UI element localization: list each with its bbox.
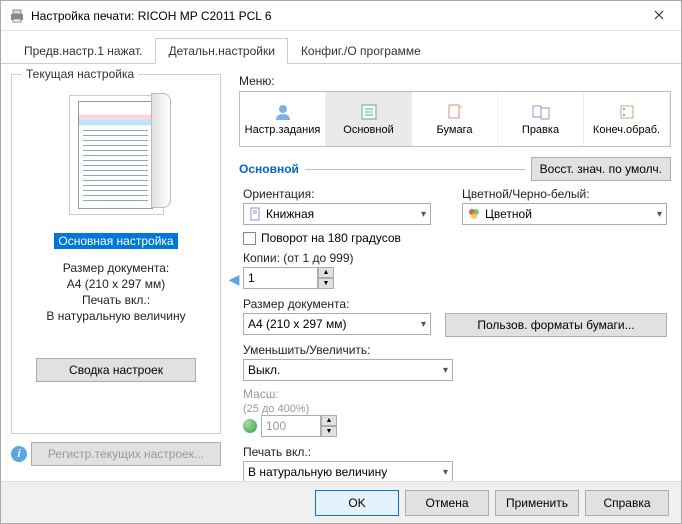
- rotate-180-label: Поворот на 180 градусов: [261, 231, 401, 245]
- copies-label: Копии: (от 1 до 999): [243, 251, 667, 265]
- divider: [305, 169, 525, 170]
- register-settings-button[interactable]: Регистр.текущих настроек...: [31, 442, 221, 466]
- tab-detailed[interactable]: Детальн.настройки: [155, 38, 287, 64]
- reset-defaults-button[interactable]: Восст. знач. по умолч.: [531, 157, 671, 181]
- dialog-footer: OK Отмена Применить Справка: [1, 481, 681, 523]
- tab-config[interactable]: Конфиг./О программе: [288, 38, 434, 64]
- print-on-label: Печать вкл.:: [20, 293, 212, 307]
- job-icon: [272, 103, 294, 121]
- scale-range: (25 до 400%): [243, 403, 667, 415]
- document-size-select[interactable]: A4 (210 x 297 мм) ▾: [243, 313, 431, 335]
- spin-down[interactable]: ▼: [318, 278, 334, 289]
- menu-paper[interactable]: Бумага: [412, 92, 498, 146]
- section-title: Основной: [239, 162, 299, 176]
- menu-label: Меню:: [239, 74, 671, 88]
- chevron-down-icon: ▾: [443, 467, 448, 478]
- info-icon: i: [11, 446, 27, 462]
- chevron-down-icon: ▾: [421, 209, 426, 220]
- preset-name-highlight: Основная настройка: [54, 233, 177, 249]
- print-on-select[interactable]: В натуральную величину ▾: [243, 461, 453, 483]
- menu-edit[interactable]: Правка: [498, 92, 584, 146]
- zoom-label: Уменьшить/Увеличить:: [243, 343, 667, 357]
- summary-button[interactable]: Сводка настроек: [36, 358, 196, 382]
- zoom-select[interactable]: Выкл. ▾: [243, 359, 453, 381]
- orientation-label: Ориентация:: [243, 187, 448, 201]
- collapse-arrow-icon[interactable]: ◀: [229, 74, 239, 485]
- scale-input: [261, 415, 321, 437]
- scale-spinner: ▲▼: [261, 415, 337, 437]
- chevron-down-icon: ▾: [421, 319, 426, 330]
- doc-size-value: A4 (210 x 297 мм): [20, 277, 212, 291]
- tab-bar: Предв.настр.1 нажат. Детальн.настройки К…: [1, 31, 681, 64]
- chevron-down-icon: ▾: [657, 209, 662, 220]
- printer-icon: [9, 8, 25, 24]
- printon-label: Печать вкл.:: [243, 445, 667, 459]
- color-mode-label: Цветной/Черно-белый:: [462, 187, 667, 201]
- color-icon: [467, 207, 481, 221]
- window-title: Настройка печати: RICOH MP C2011 PCL 6: [31, 9, 673, 23]
- apply-button[interactable]: Применить: [495, 490, 579, 516]
- paper-icon: [444, 103, 466, 121]
- basic-icon: [358, 103, 380, 121]
- close-icon: [654, 10, 664, 20]
- docsize-label: Размер документа:: [243, 297, 667, 311]
- spin-down: ▼: [321, 426, 337, 437]
- portrait-icon: [248, 207, 262, 221]
- chevron-down-icon: ▾: [443, 365, 448, 376]
- page-preview: [69, 95, 164, 215]
- menu-job-settings[interactable]: Настр.задания: [240, 92, 326, 146]
- cancel-button[interactable]: Отмена: [405, 490, 489, 516]
- menu-finishing[interactable]: Конеч.обраб.: [584, 92, 670, 146]
- doc-size-label: Размер документа:: [20, 261, 212, 275]
- globe-icon: [243, 419, 257, 433]
- spin-up: ▲: [321, 415, 337, 426]
- color-mode-select[interactable]: Цветной ▾: [462, 203, 667, 225]
- menu-toolbar: Настр.задания Основной Бумага Правка Кон…: [239, 91, 671, 147]
- group-title: Текущая настройка: [22, 67, 138, 81]
- close-button[interactable]: [637, 1, 681, 29]
- print-on-value: В натуральную величину: [20, 309, 212, 323]
- finish-icon: [616, 103, 638, 121]
- scale-label: Масш:: [243, 387, 667, 401]
- menu-basic[interactable]: Основной: [326, 92, 412, 146]
- copies-spinner[interactable]: ▲▼: [243, 267, 667, 289]
- titlebar: Настройка печати: RICOH MP C2011 PCL 6: [1, 1, 681, 31]
- spin-up[interactable]: ▲: [318, 267, 334, 278]
- ok-button[interactable]: OK: [315, 490, 399, 516]
- copies-input[interactable]: [243, 267, 318, 289]
- orientation-select[interactable]: Книжная ▾: [243, 203, 431, 225]
- edit-icon: [530, 103, 552, 121]
- custom-paper-button[interactable]: Пользов. форматы бумаги...: [445, 313, 667, 337]
- current-settings-group: Текущая настройка Основная настройка Раз…: [11, 74, 221, 434]
- tab-preset[interactable]: Предв.настр.1 нажат.: [11, 38, 155, 64]
- rotate-180-checkbox[interactable]: [243, 232, 256, 245]
- help-button[interactable]: Справка: [585, 490, 669, 516]
